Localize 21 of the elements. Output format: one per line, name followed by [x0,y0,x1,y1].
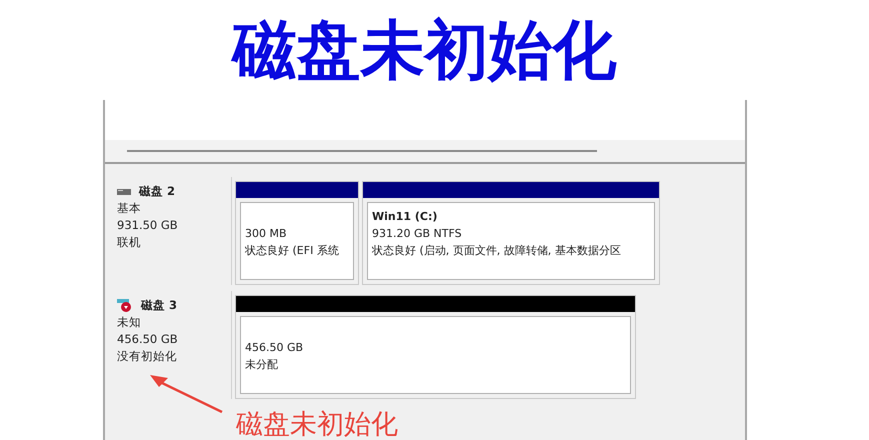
partition-status: 状态良好 (EFI 系统 [245,243,340,259]
partition[interactable]: Win11 (C:) 931.20 GB NTFS 状态良好 (启动, 页面文件, 故障转储, 基本数据分区 [362,181,660,285]
partition-status: 未分配 [245,357,279,373]
disk-status: 联机 [117,234,142,251]
disk-size: 931.50 GB [117,217,179,234]
disk-status: 没有初始化 [117,348,178,365]
disk-size: 456.50 GB [117,331,179,348]
annotation-text: 磁盘未初始化 [236,408,398,440]
disk-type: 未知 [117,314,142,331]
partition-label: Win11 (C:) [372,209,438,225]
partition-size: 300 MB [245,226,288,242]
partition-status: 状态良好 (启动, 页面文件, 故障转储, 基本数据分区 [372,243,622,259]
partition[interactable]: 456.50 GB 未分配 [235,295,636,399]
disk-type: 基本 [117,200,142,217]
partition[interactable]: 300 MB 状态良好 (EFI 系统 [235,181,359,285]
disk-name: 磁盘 2 [139,183,176,200]
partition-size: 931.20 GB NTFS [372,226,463,242]
disk-name: 磁盘 3 [141,297,178,314]
page-title: 磁盘未初始化 [230,12,618,90]
partition-size: 456.50 GB [245,340,304,356]
disk-error-icon [117,299,133,312]
